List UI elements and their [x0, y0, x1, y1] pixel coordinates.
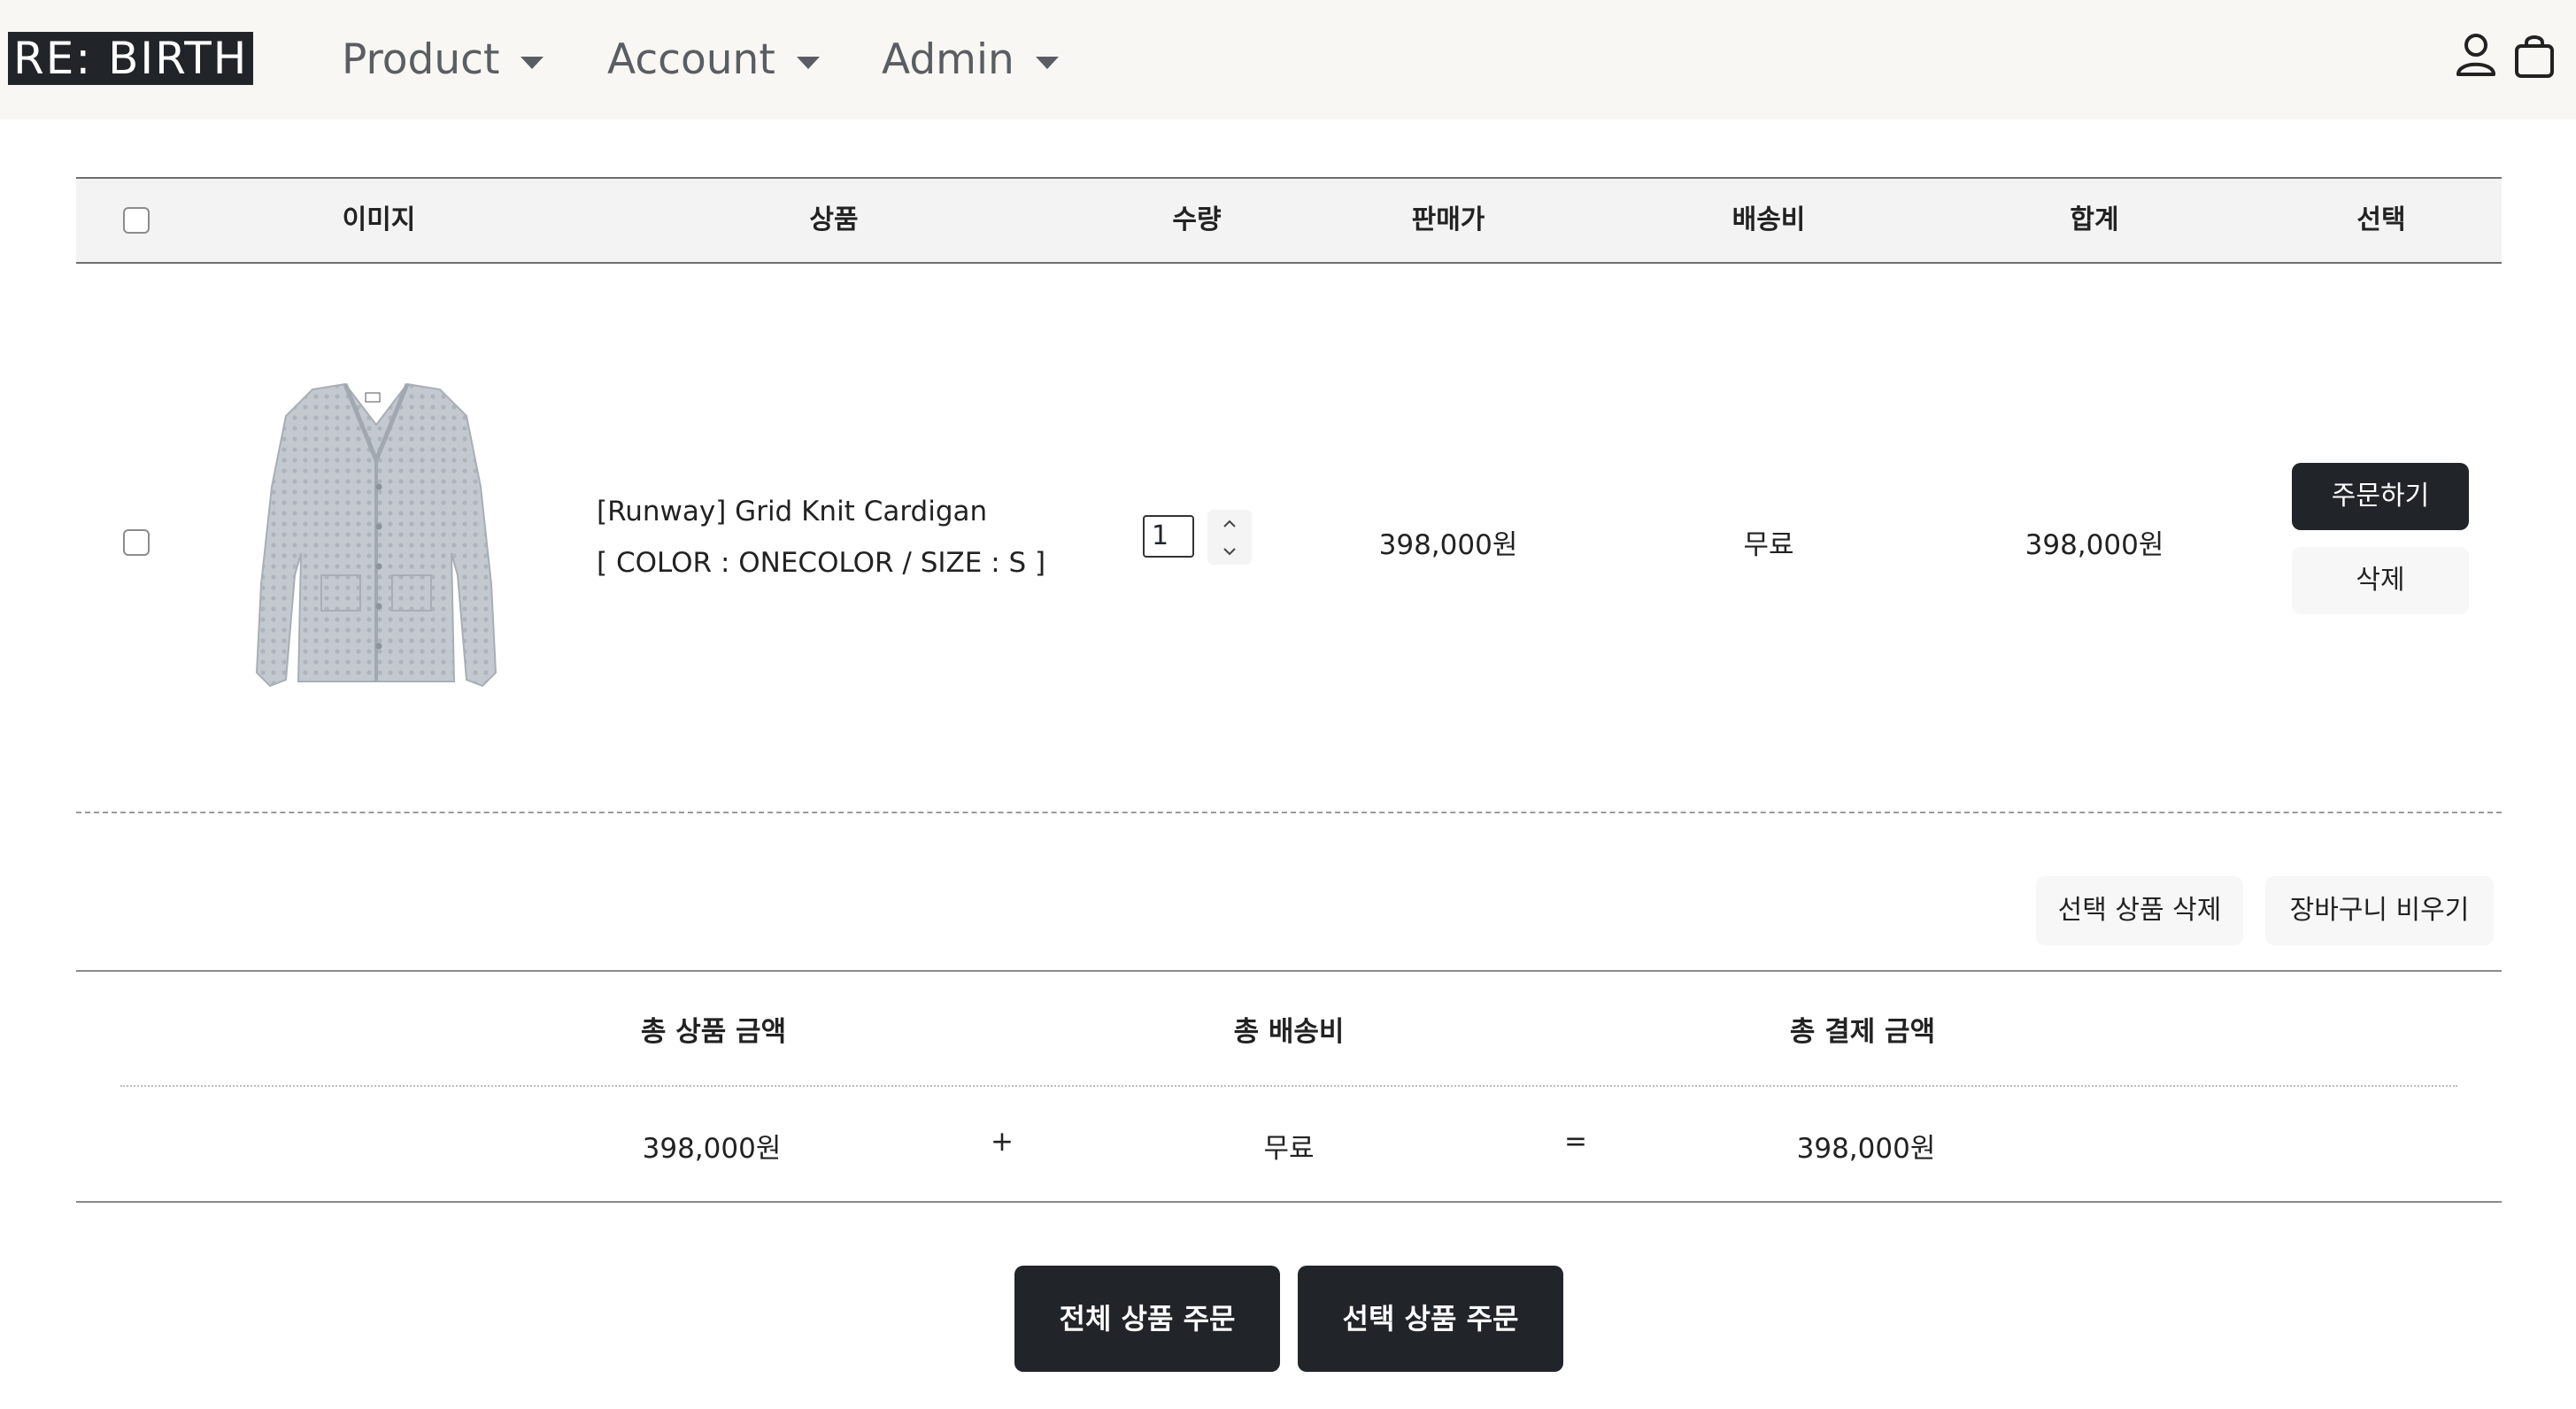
header-quantity: 수량 [1172, 204, 1222, 235]
summary-shipping-label: 총 배송비 [1233, 1016, 1345, 1048]
order-selected-button[interactable]: 선택 상품 주문 [1298, 1266, 1563, 1372]
chevron-up-icon [1223, 520, 1236, 527]
header-price: 판매가 [1411, 204, 1485, 235]
quantity-decrease-button[interactable] [1207, 537, 1252, 565]
chevron-down-icon [1223, 547, 1236, 555]
item-price: 398,000원 [1378, 529, 1518, 561]
header-product: 상품 [809, 204, 859, 235]
empty-cart-button[interactable]: 장바구니 비우기 [2265, 876, 2494, 945]
delete-item-button[interactable]: 삭제 [2292, 547, 2469, 614]
item-checkbox[interactable] [123, 529, 150, 556]
order-all-button[interactable]: 전체 상품 주문 [1014, 1266, 1280, 1372]
select-all-checkbox[interactable] [123, 207, 150, 234]
summary-shipping-total: 무료 [1263, 1133, 1315, 1165]
quantity-stepper[interactable] [1207, 510, 1252, 565]
header-image: 이미지 [342, 204, 416, 235]
header-total: 합계 [2070, 204, 2119, 235]
delete-selected-button[interactable]: 선택 상품 삭제 [2036, 876, 2243, 945]
nav-account-label: Account [607, 35, 775, 84]
caret-down-icon [796, 56, 820, 69]
cart-table-header: 이미지 상품 수량 판매가 배송비 합계 선택 [76, 177, 2502, 264]
item-name[interactable]: [Runway] Grid Knit Cardigan [597, 496, 987, 527]
quantity-input[interactable]: 1 [1143, 515, 1194, 558]
summary-payment-total: 398,000원 [1796, 1133, 1936, 1165]
summary-bottom-line [76, 1201, 2502, 1203]
summary-payment-total-label: 총 결제 금액 [1789, 1016, 1936, 1048]
summary-product-total: 398,000원 [642, 1133, 782, 1165]
item-total: 398,000원 [2025, 529, 2164, 561]
summary-divider [120, 1085, 2457, 1087]
summary-top-line [76, 970, 2502, 972]
navbar: RE: BIRTH Product Account Admin [0, 0, 2576, 119]
quantity-increase-button[interactable] [1207, 510, 1252, 537]
header-shipping: 배송비 [1731, 204, 1806, 235]
nav-admin-label: Admin [882, 35, 1014, 84]
nav-admin-dropdown[interactable]: Admin [882, 0, 1059, 119]
row-divider [76, 812, 2502, 813]
nav-account-dropdown[interactable]: Account [607, 0, 820, 119]
nav-product-label: Product [342, 35, 500, 84]
shopping-bag-icon[interactable] [2512, 30, 2557, 81]
summary-product-total-label: 총 상품 금액 [640, 1016, 787, 1048]
summary-equals-sign: = [1564, 1126, 1587, 1158]
summary-plus-sign: + [991, 1126, 1014, 1158]
cardigan-product-image[interactable] [226, 381, 527, 699]
nav-product-dropdown[interactable]: Product [342, 0, 544, 119]
item-option: [ COLOR : ONECOLOR / SIZE : S ] [597, 547, 1046, 579]
order-item-button[interactable]: 주문하기 [2292, 463, 2469, 530]
user-icon[interactable] [2454, 30, 2498, 81]
header-select: 선택 [2356, 204, 2406, 235]
brand-logo[interactable]: RE: BIRTH [8, 32, 254, 85]
caret-down-icon [1035, 56, 1059, 69]
caret-down-icon [521, 56, 544, 69]
item-shipping: 무료 [1743, 529, 1794, 561]
